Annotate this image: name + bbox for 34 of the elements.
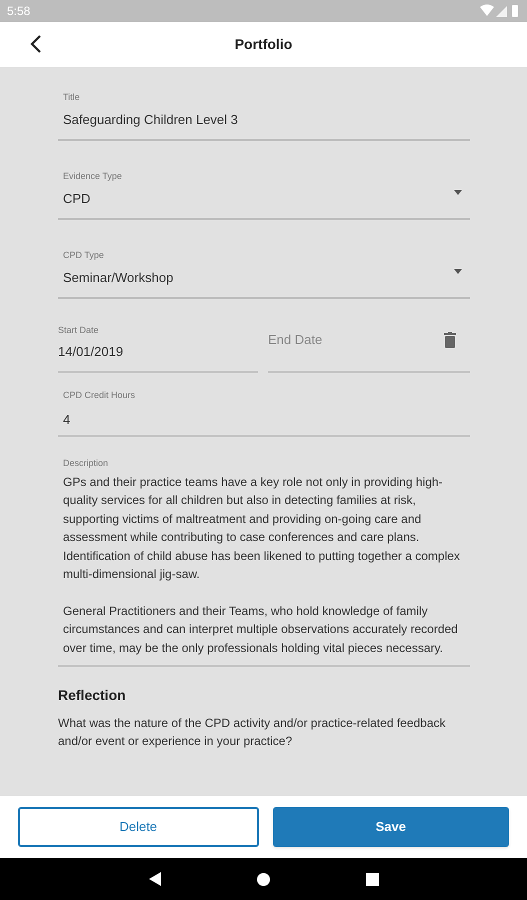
field-value: Seminar/Workshop [63, 268, 174, 287]
field-value: 14/01/2019 [58, 342, 124, 360]
field-label: Start Date [58, 324, 100, 337]
field-label: Title [62, 91, 81, 104]
status-icons [480, 4, 520, 18]
section-heading: Reflection [58, 686, 127, 705]
back-triangle-icon[interactable] [148, 872, 160, 886]
dropdown-field[interactable]: CPD Type Seminar/Workshop [58, 247, 470, 299]
field-value: 4 [63, 410, 72, 428]
status-time: 5:58 [7, 3, 30, 20]
field-label: CPD Type [62, 249, 105, 262]
dropdown-caret-icon [454, 190, 462, 195]
field-value: CPD [63, 190, 90, 208]
recents-square-icon[interactable] [366, 872, 378, 886]
dropdown-caret-icon [454, 269, 462, 274]
field-label: CPD Credit Hours [63, 389, 136, 402]
field-placeholder: End Date [268, 331, 322, 349]
input-field[interactable]: CPD Credit Hours 4 [58, 387, 470, 437]
reflection-question: What was the nature of the CPD activity and/or practice-related feedback and/or event or experience in your practice? [58, 715, 447, 750]
save-button[interactable]: Save [272, 807, 509, 847]
dropdown-field[interactable]: Evidence Type CPD [58, 168, 470, 220]
field-value: Safeguarding Children Level 3 [63, 110, 238, 129]
description-paragraph: General Practitioners and their Teams, who hold knowledge of family circumstances and can interpret multiple observations accurately recorded over time, may be the only professionals holding vital pieces necessary. [63, 602, 459, 656]
delete-button[interactable]: Delete [18, 807, 258, 847]
home-circle-icon[interactable] [256, 872, 270, 886]
field-label: Evidence Type [62, 170, 123, 183]
start-date-field[interactable]: Start Date 14/01/2019 [58, 324, 258, 373]
input-field[interactable]: Title Safeguarding Children Level 3 [58, 89, 470, 141]
page-title: Portfolio [234, 35, 292, 54]
back-icon[interactable] [28, 34, 44, 54]
trash-icon[interactable] [444, 332, 456, 348]
description-field[interactable] [58, 457, 470, 667]
description-paragraph: GPs and their practice teams have a key role not only in providing high-quality services for all children but also in detecting families at risk, supporting victims of maltreatment and providing on-going care and assessment while contributing to case conferences and care plans. Identification of child abuse has been likened to putting together a complex multi-dimensional jig-saw. [63, 474, 461, 583]
field-label: Description [63, 457, 110, 470]
